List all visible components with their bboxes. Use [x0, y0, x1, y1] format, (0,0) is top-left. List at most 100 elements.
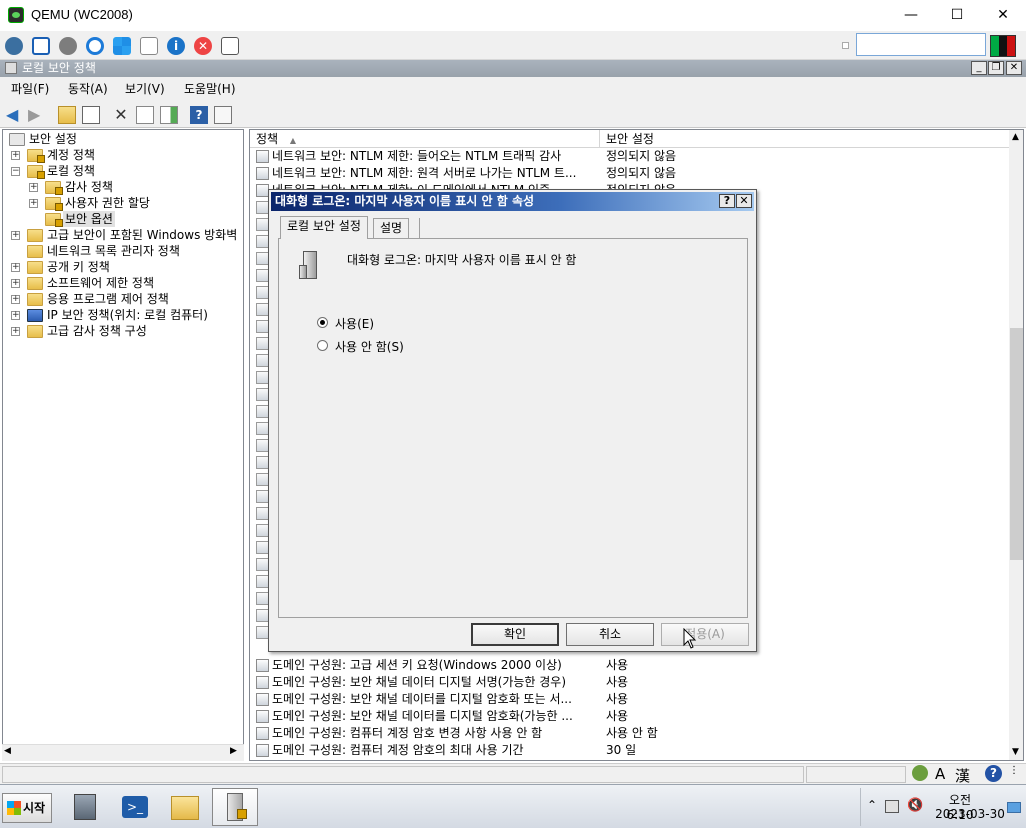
ok-button[interactable]: 확인 — [471, 623, 559, 646]
show-desktop-icon[interactable] — [1007, 802, 1021, 813]
folder-lock-icon — [27, 165, 45, 179]
close-button[interactable]: ✕ — [980, 0, 1026, 31]
volume-muted-icon[interactable]: 🔇 — [907, 798, 923, 813]
help-icon[interactable]: ? — [190, 106, 208, 124]
list-row[interactable]: 도메인 구성원: 컴퓨터 계정 암호의 최대 사용 기간 30 일 — [250, 742, 1006, 759]
server-manager-icon[interactable] — [62, 788, 108, 826]
policy-icon — [256, 710, 269, 723]
folder-lock-icon — [45, 181, 63, 195]
list-row[interactable]: 네트워크 보안: NTLM 제한: 원격 서버로 나가는 NTLM 트... 정… — [250, 165, 1006, 182]
sort-ascending-icon: ▲ — [289, 136, 297, 145]
apply-button[interactable]: 적용(A) — [661, 623, 749, 646]
menu-view[interactable]: 보기(V) — [119, 77, 171, 101]
explorer-icon[interactable] — [162, 788, 208, 826]
expand-icon[interactable]: + — [11, 327, 20, 336]
show-tree-icon[interactable] — [82, 106, 100, 124]
list-row[interactable]: 도메인 구성원: 보안 채널 데이터를 디지털 암호화(가능한 ... 사용 — [250, 708, 1006, 725]
security-policy-icon[interactable] — [212, 788, 258, 826]
screenshot-icon[interactable] — [221, 37, 239, 55]
info-icon[interactable]: i — [167, 37, 185, 55]
mdi-restore-button[interactable]: ❐ — [988, 61, 1004, 75]
expand-icon[interactable]: + — [11, 151, 20, 160]
mdi-close-button[interactable]: ✕ — [1006, 61, 1022, 75]
expand-icon[interactable]: + — [11, 231, 20, 240]
column-header-policy[interactable]: 정책 ▲ — [250, 130, 600, 148]
menu-file[interactable]: 파일(F) — [5, 77, 55, 101]
security-settings-icon — [9, 133, 25, 146]
mmc-app-icon — [5, 62, 17, 74]
refresh-icon[interactable] — [86, 37, 104, 55]
chevron-up-icon[interactable]: ⌃ — [867, 798, 877, 812]
windows-logo-icon[interactable] — [113, 37, 131, 55]
minimize-button[interactable]: — — [888, 0, 934, 31]
menu-action[interactable]: 동작(A) — [62, 77, 114, 101]
expand-icon[interactable]: + — [11, 279, 20, 288]
menu-help[interactable]: 도움말(H) — [178, 77, 242, 101]
properties-icon[interactable] — [136, 106, 154, 124]
list-row[interactable]: 도메인 구성원: 보안 채널 데이터를 디지털 암호화 또는 서... 사용 — [250, 691, 1006, 708]
list-vertical-scrollbar[interactable]: ▲ ▼ — [1009, 130, 1023, 760]
mmc-toolbar: ◀ ▶ ✕ ? — [0, 101, 1026, 128]
policy-icon — [256, 727, 269, 740]
column-header-setting[interactable]: 보안 설정 — [600, 130, 1010, 148]
delete-icon[interactable]: ✕ — [112, 106, 130, 124]
ip-security-icon — [27, 309, 43, 322]
scroll-up-icon[interactable]: ▲ — [1012, 132, 1019, 142]
stop-icon[interactable]: ✕ — [194, 37, 212, 55]
ime-mode-icon[interactable]: A — [935, 765, 945, 783]
scroll-right-icon[interactable]: ▶ — [230, 746, 237, 756]
gear-icon[interactable] — [59, 37, 77, 55]
expand-icon[interactable]: + — [11, 311, 20, 320]
folder-icon — [27, 245, 43, 258]
host-title-bar: QEMU (WC2008) — ☐ ✕ — [0, 0, 1026, 31]
tab-explain[interactable]: 설명 — [373, 218, 410, 238]
radio-enabled-button[interactable] — [317, 317, 328, 328]
ime-options-icon[interactable]: ⋮ — [1009, 765, 1019, 776]
scroll-left-icon[interactable]: ◀ — [4, 746, 11, 756]
status-cell — [2, 766, 804, 783]
maximize-button[interactable]: ☐ — [934, 0, 980, 31]
expand-icon[interactable]: + — [11, 263, 20, 272]
list-row[interactable]: 도메인 구성원: 컴퓨터 계정 암호 변경 사항 사용 안 함 사용 안 함 — [250, 725, 1006, 742]
hanja-icon[interactable]: 漢 — [955, 765, 970, 786]
ime-help-icon[interactable]: ? — [985, 765, 1002, 782]
policy-icon — [256, 693, 269, 706]
settings-cube-icon[interactable] — [5, 37, 23, 55]
keyboard-icon[interactable] — [140, 37, 158, 55]
expand-icon[interactable]: + — [29, 183, 38, 192]
cancel-button[interactable]: 취소 — [566, 623, 654, 646]
tab-local-security-setting[interactable]: 로컬 보안 설정 — [280, 216, 368, 239]
language-bar-icon[interactable] — [912, 765, 928, 781]
policy-icon — [256, 167, 269, 180]
fullscreen-icon[interactable] — [32, 37, 50, 55]
network-icon[interactable] — [885, 800, 899, 813]
dialog-help-button[interactable]: ? — [719, 194, 735, 208]
forward-icon[interactable]: ▶ — [28, 106, 46, 124]
export-icon[interactable] — [160, 106, 178, 124]
view-icon[interactable] — [214, 106, 232, 124]
scroll-down-icon[interactable]: ▼ — [1012, 747, 1019, 757]
host-search-input[interactable] — [856, 33, 986, 56]
list-header: 정책 ▲ 보안 설정 — [250, 130, 1010, 148]
list-row[interactable]: 도메인 구성원: 고급 세션 키 요청(Windows 2000 이상) 사용 — [250, 657, 1006, 674]
start-button[interactable]: 시작 — [2, 793, 52, 823]
up-folder-icon[interactable] — [58, 106, 76, 124]
dialog-close-button[interactable]: ✕ — [736, 194, 752, 208]
status-cell — [806, 766, 906, 783]
collapse-icon[interactable]: − — [11, 167, 20, 176]
folder-lock-icon — [45, 213, 63, 227]
tree-horizontal-scrollbar[interactable]: ◀ ▶ — [2, 744, 244, 761]
clock-date[interactable]: 2023-03-30 — [935, 807, 1005, 821]
expand-icon[interactable]: + — [29, 199, 38, 208]
radio-disabled-button[interactable] — [317, 340, 328, 351]
mdi-minimize-button[interactable]: _ — [971, 61, 987, 75]
list-row[interactable]: 네트워크 보안: NTLM 제한: 들어오는 NTLM 트래픽 감사 정의되지 … — [250, 148, 1006, 165]
powershell-icon[interactable]: >_ — [112, 788, 158, 826]
status-bar: A 漢 ? ⋮ — [0, 763, 1026, 786]
scroll-thumb[interactable] — [1010, 328, 1023, 560]
list-row[interactable]: 도메인 구성원: 보안 채널 데이터 디지털 서명(가능한 경우) 사용 — [250, 674, 1006, 691]
policy-icon — [256, 744, 269, 757]
folder-icon — [27, 277, 43, 290]
expand-icon[interactable]: + — [11, 295, 20, 304]
back-icon[interactable]: ◀ — [6, 106, 24, 124]
